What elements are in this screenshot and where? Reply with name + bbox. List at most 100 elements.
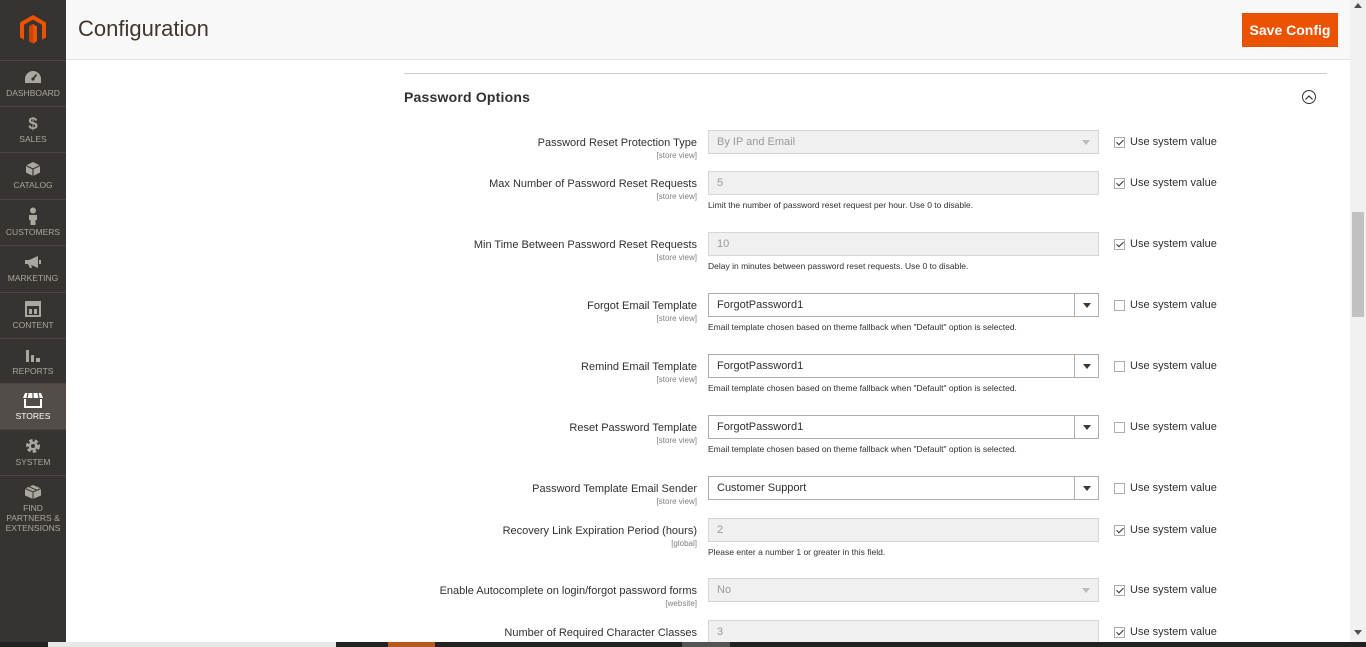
field-value: 2: [717, 524, 724, 536]
checkbox-checked-icon[interactable]: [1114, 177, 1125, 189]
use-system-value-checkbox[interactable]: Use system value: [1114, 238, 1217, 250]
dropdown-arrow-icon[interactable]: [1074, 294, 1098, 316]
use-system-value-label: Use system value: [1130, 524, 1217, 536]
scroll-up-arrow-icon[interactable]: [1354, 3, 1362, 8]
config-content: Password Options Password Reset Protecti…: [66, 60, 1350, 642]
page-title: Configuration: [78, 16, 209, 41]
sidebar-item-partners[interactable]: FIND PARTNERS & EXTENSIONS: [0, 475, 66, 535]
field-label: Password Template Email Sender: [532, 483, 697, 495]
field-note: Email template chosen based on theme fal…: [708, 383, 1017, 393]
sidebar-item-label: FIND PARTNERS & EXTENSIONS: [5, 503, 61, 533]
bar-chart-icon: [23, 345, 43, 365]
field-scope: [store view]: [656, 497, 697, 506]
sidebar-item-label: SYSTEM: [15, 457, 51, 467]
section-title[interactable]: Password Options: [404, 89, 530, 105]
gear-icon: [23, 436, 43, 456]
megaphone-icon: [23, 252, 43, 272]
field-value: ForgotPassword1: [717, 360, 804, 372]
select-field[interactable]: Customer Support: [708, 476, 1099, 500]
use-system-value-checkbox[interactable]: Use system value: [1114, 299, 1217, 311]
field-value: No: [717, 584, 732, 596]
sidebar-item-label: DASHBOARD: [6, 88, 60, 98]
checkbox-unchecked-icon[interactable]: [1114, 360, 1125, 372]
field-scope: [store view]: [656, 253, 697, 262]
dropdown-arrow-icon: [1074, 131, 1098, 153]
use-system-value-checkbox[interactable]: Use system value: [1114, 136, 1217, 148]
field-label: Recovery Link Expiration Period (hours): [502, 525, 697, 537]
field-value: Customer Support: [717, 482, 807, 494]
use-system-value-label: Use system value: [1130, 299, 1217, 311]
field-label: Max Number of Password Reset Requests: [489, 178, 697, 190]
checkbox-checked-icon[interactable]: [1114, 136, 1125, 148]
checkbox-unchecked-icon[interactable]: [1114, 482, 1125, 494]
collapse-chevron-up-icon[interactable]: [1302, 90, 1316, 104]
use-system-value-checkbox[interactable]: Use system value: [1114, 626, 1217, 638]
use-system-value-checkbox[interactable]: Use system value: [1114, 177, 1217, 189]
field-scope: [store view]: [656, 314, 697, 323]
sidebar-item-stores[interactable]: STORES: [0, 383, 66, 429]
text-input: 5: [708, 171, 1099, 195]
dollar-icon: $: [23, 113, 43, 133]
sidebar-item-catalog[interactable]: CATALOG: [0, 152, 66, 198]
field-note: Email template chosen based on theme fal…: [708, 322, 1017, 332]
checkbox-checked-icon[interactable]: [1114, 584, 1125, 596]
field-value: 5: [717, 177, 724, 189]
use-system-value-label: Use system value: [1130, 482, 1217, 494]
box-icon: [23, 159, 43, 179]
scrollbar-thumb[interactable]: [1352, 212, 1364, 317]
checkbox-unchecked-icon[interactable]: [1114, 421, 1125, 433]
sidebar-item-label: STORES: [15, 411, 51, 421]
select-field[interactable]: ForgotPassword1: [708, 415, 1099, 439]
field-note: Email template chosen based on theme fal…: [708, 444, 1017, 454]
admin-sidebar: DASHBOARD $ SALES CATALOG CUSTOMERS MARKETING…: [0, 0, 66, 647]
field-label: Remind Email Template: [581, 361, 697, 373]
text-input: 3: [708, 620, 1099, 642]
svg-text:$: $: [28, 114, 38, 132]
field-value: By IP and Email: [717, 136, 796, 148]
vertical-scrollbar[interactable]: [1350, 0, 1366, 642]
sidebar-item-content[interactable]: CONTENT: [0, 292, 66, 338]
field-note: Delay in minutes between password reset …: [708, 261, 969, 271]
use-system-value-checkbox[interactable]: Use system value: [1114, 584, 1217, 596]
use-system-value-checkbox[interactable]: Use system value: [1114, 421, 1217, 433]
sidebar-item-system[interactable]: SYSTEM: [0, 429, 66, 475]
checkbox-checked-icon[interactable]: [1114, 524, 1125, 536]
use-system-value-label: Use system value: [1130, 584, 1217, 596]
field-label: Enable Autocomplete on login/forgot pass…: [439, 585, 697, 597]
sidebar-item-reports[interactable]: REPORTS: [0, 338, 66, 384]
dropdown-arrow-icon[interactable]: [1074, 416, 1098, 438]
sidebar-item-label: MARKETING: [7, 273, 59, 283]
sidebar-item-dashboard[interactable]: DASHBOARD: [0, 60, 66, 106]
dropdown-arrow-icon[interactable]: [1074, 355, 1098, 377]
dashboard-icon: [23, 67, 43, 87]
sidebar-item-label: CATALOG: [13, 180, 53, 190]
layout-icon: [23, 299, 43, 319]
use-system-value-label: Use system value: [1130, 626, 1217, 638]
field-scope: [website]: [665, 599, 697, 608]
select-field[interactable]: ForgotPassword1: [708, 293, 1099, 317]
checkbox-checked-icon[interactable]: [1114, 626, 1125, 638]
checkbox-unchecked-icon[interactable]: [1114, 299, 1125, 311]
dropdown-arrow-icon[interactable]: [1074, 477, 1098, 499]
magento-logo[interactable]: [0, 0, 66, 60]
use-system-value-checkbox[interactable]: Use system value: [1114, 360, 1217, 372]
sidebar-item-marketing[interactable]: MARKETING: [0, 245, 66, 291]
use-system-value-checkbox[interactable]: Use system value: [1114, 524, 1217, 536]
checkbox-checked-icon[interactable]: [1114, 238, 1125, 250]
save-config-button[interactable]: Save Config: [1242, 13, 1338, 47]
field-value: 10: [717, 238, 730, 250]
select-field[interactable]: ForgotPassword1: [708, 354, 1099, 378]
select-field: By IP and Email: [708, 130, 1099, 154]
field-label: Min Time Between Password Reset Requests: [473, 239, 697, 251]
sidebar-item-customers[interactable]: CUSTOMERS: [0, 199, 66, 245]
field-label: Password Reset Protection Type: [537, 137, 697, 149]
sidebar-item-label: CONTENT: [12, 320, 54, 330]
sidebar-item-sales[interactable]: $ SALES: [0, 106, 66, 152]
use-system-value-checkbox[interactable]: Use system value: [1114, 482, 1217, 494]
field-scope: [store view]: [656, 436, 697, 445]
field-scope: [store view]: [656, 192, 697, 201]
field-scope: [global]: [671, 539, 697, 548]
use-system-value-label: Use system value: [1130, 238, 1217, 250]
sidebar-item-label: CUSTOMERS: [5, 227, 61, 237]
scroll-down-arrow-icon[interactable]: [1354, 630, 1362, 635]
